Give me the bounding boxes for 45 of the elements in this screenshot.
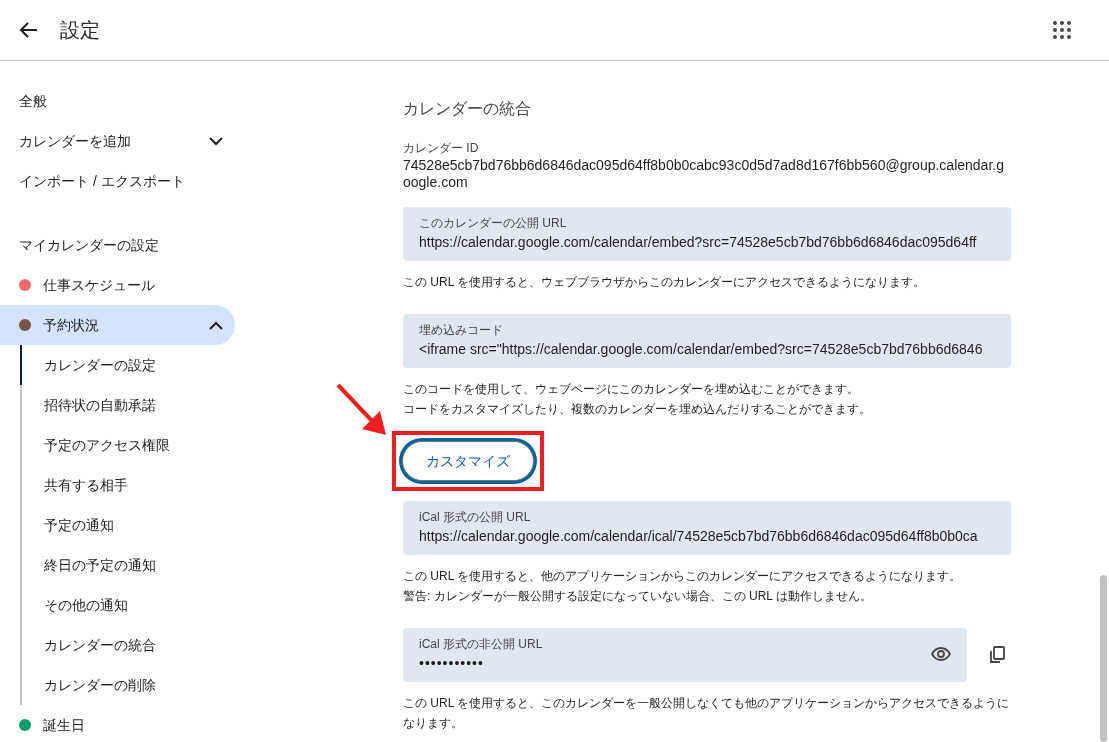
text-field[interactable]: 埋め込みコード <iframe src="https://calendar.google.com/calendar/embed?src=74528e5cb7bd76bb6d6846: [403, 314, 1011, 368]
section-title: カレンダーの統合: [403, 99, 532, 119]
field-label: iCal 形式の非公開 URL: [419, 635, 544, 653]
pointer-arrow: [336, 383, 386, 435]
help-text: 警告: カレンダーが一般公開する設定になっていない場合、この URL は動作しません。: [403, 588, 873, 605]
calendar-item[interactable]: 予約状況: [0, 305, 235, 345]
sidebar-subitem[interactable]: 予定の通知: [20, 505, 235, 545]
sidebar-subitem[interactable]: 共有する相手: [20, 465, 235, 505]
field-label: iCal 形式の公開 URL: [419, 508, 532, 526]
help-text: コードをカスタマイズしたり、複数のカレンダーを埋め込んだりすることができます。: [403, 401, 872, 418]
text-field[interactable]: iCal 形式の公開 URL https://calendar.google.com/calendar/ical/74528e5cb7bd76bb6d6846dac095d64ff8b0b0ca: [403, 501, 1011, 555]
customize-button[interactable]: カスタマイズ: [402, 441, 534, 481]
section-heading: マイカレンダーの設定: [18, 235, 160, 255]
calendar-id: 74528e5cb7bd76bb6d6846dac095d64ff8b0b0cabc93c0d5d7ad8d167f6bb560@group.calendar.google.com: [403, 157, 1005, 191]
sidebar-item[interactable]: 全般: [0, 81, 235, 121]
sidebar-item[interactable]: インポート / エクスポート: [0, 161, 235, 201]
text-field[interactable]: このカレンダーの公開 URL https://calendar.google.com/calendar/embed?src=74528e5cb7bd76bb6d6846dac095d64ff: [403, 207, 1011, 261]
field-value[interactable]: •••••••••••: [419, 652, 931, 674]
sidebar-subitem[interactable]: その他の通知: [20, 585, 235, 625]
sidebar-subitem[interactable]: 終日の予定の通知: [20, 545, 235, 585]
sidebar-subitem[interactable]: カレンダーの統合: [20, 625, 235, 665]
field-label: カレンダー ID: [403, 140, 480, 157]
sidebar-item[interactable]: カレンダーを追加: [0, 121, 235, 161]
sidebar-subitem[interactable]: カレンダーの削除: [20, 665, 235, 705]
apps-grid-icon[interactable]: [1053, 21, 1071, 39]
help-text: このコードを使用して、ウェブページにこのカレンダーを埋め込むことができます。: [403, 381, 860, 398]
calendar-item[interactable]: 誕生日: [0, 705, 235, 742]
scrollbar-thumb[interactable]: [1100, 575, 1107, 742]
sidebar-subitem[interactable]: 予定のアクセス権限: [20, 425, 235, 465]
field-value[interactable]: https://calendar.google.com/calendar/embed?src=74528e5cb7bd76bb6d6846dac095d64ff: [419, 231, 995, 253]
field-label: 埋め込みコード: [419, 321, 504, 339]
help-text: この URL を使用すると、このカレンダーを一般公開しなくても他のアプリケーションからアクセスできるようになります。: [403, 695, 1011, 732]
sidebar-subitem[interactable]: 招待状の自動承諾: [20, 385, 235, 425]
field-label: このカレンダーの公開 URL: [419, 214, 568, 232]
help-text: この URL を使用すると、ウェブブラウザからこのカレンダーにアクセスできるようになります。: [403, 274, 927, 291]
calendar-item[interactable]: 仕事スケジュール: [0, 265, 235, 305]
field-value[interactable]: https://calendar.google.com/calendar/ical/74528e5cb7bd76bb6d6846dac095d64ff8b0b0ca: [419, 525, 995, 547]
field-value[interactable]: <iframe src="https://calendar.google.com/calendar/embed?src=74528e5cb7bd76bb6d6846: [419, 338, 995, 360]
show-eye-icon[interactable]: [931, 647, 951, 661]
text-field[interactable]: iCal 形式の非公開 URL •••••••••••: [403, 628, 967, 682]
back-button[interactable]: [20, 22, 38, 38]
copy-icon[interactable]: [989, 646, 1005, 664]
help-text: この URL を使用すると、他のアプリケーションからこのカレンダーにアクセスできるようになります。: [403, 568, 963, 585]
page-title: 設定: [60, 18, 100, 43]
sidebar-subitem[interactable]: カレンダーの設定: [20, 345, 235, 385]
